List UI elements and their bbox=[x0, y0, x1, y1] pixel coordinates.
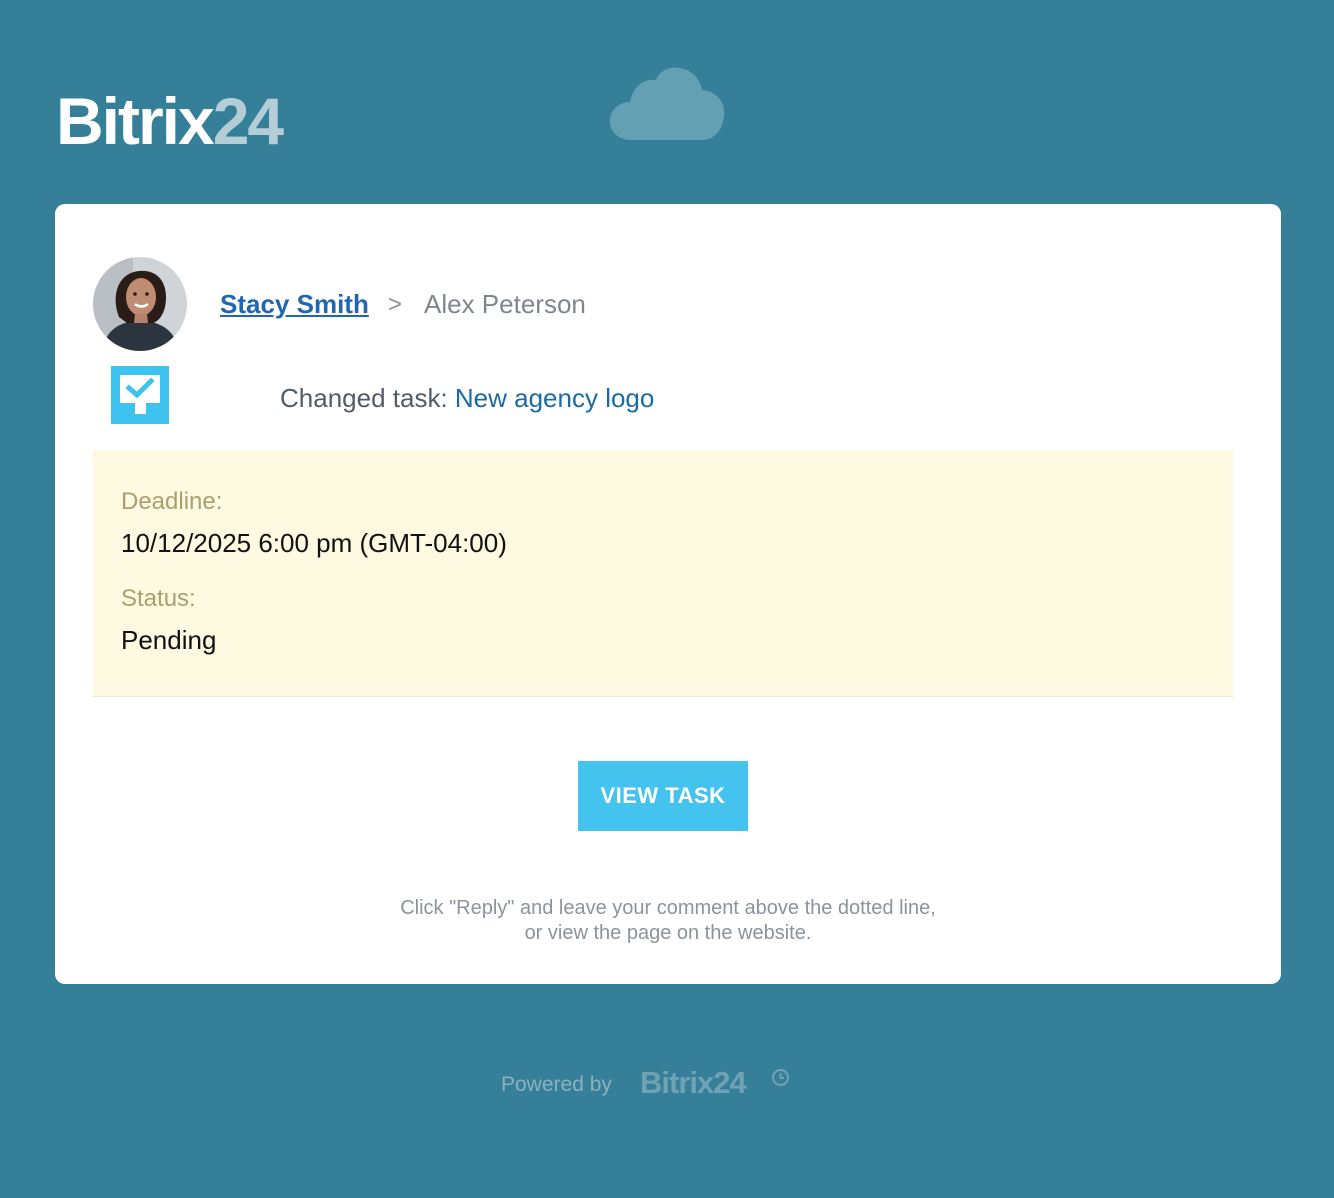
notification-card: Stacy Smith > Alex Peterson Changed task… bbox=[55, 204, 1281, 984]
view-task-button[interactable]: VIEW TASK bbox=[578, 761, 748, 831]
deadline-label: Deadline: bbox=[121, 488, 223, 515]
hint-line-1: Click "Reply" and leave your comment abo… bbox=[400, 897, 936, 919]
task-checkbox-icon bbox=[111, 366, 169, 424]
powered-by-text: Powered by bbox=[501, 1073, 612, 1096]
action-text: Changed task: bbox=[280, 383, 455, 413]
bitrix24-logo: Bitrix24 bbox=[56, 84, 284, 158]
recipient-name: Alex Peterson bbox=[424, 289, 586, 319]
clock-icon bbox=[771, 1068, 790, 1087]
deadline-value: 10/12/2025 6:00 pm (GMT-04:00) bbox=[121, 528, 507, 558]
task-title-link[interactable]: New agency logo bbox=[455, 383, 654, 413]
reply-hint: Click "Reply" and leave your comment abo… bbox=[55, 896, 1281, 946]
status-value: Pending bbox=[121, 625, 217, 655]
hint-line-2: or view the page on the website. bbox=[524, 922, 812, 944]
author-link[interactable]: Stacy Smith bbox=[220, 288, 369, 320]
avatar bbox=[93, 257, 187, 351]
footer-logo[interactable]: Bitrix24 bbox=[640, 1064, 747, 1102]
task-change-line: Changed task: New agency logo bbox=[280, 382, 654, 414]
cloud-icon bbox=[610, 66, 728, 142]
logo-number: 24 bbox=[212, 84, 284, 158]
logo-name: Bitrix bbox=[56, 84, 215, 158]
chevron-right-icon: > bbox=[388, 291, 403, 318]
status-label: Status: bbox=[121, 585, 196, 612]
task-details-box: Deadline: 10/12/2025 6:00 pm (GMT-04:00)… bbox=[93, 450, 1233, 697]
